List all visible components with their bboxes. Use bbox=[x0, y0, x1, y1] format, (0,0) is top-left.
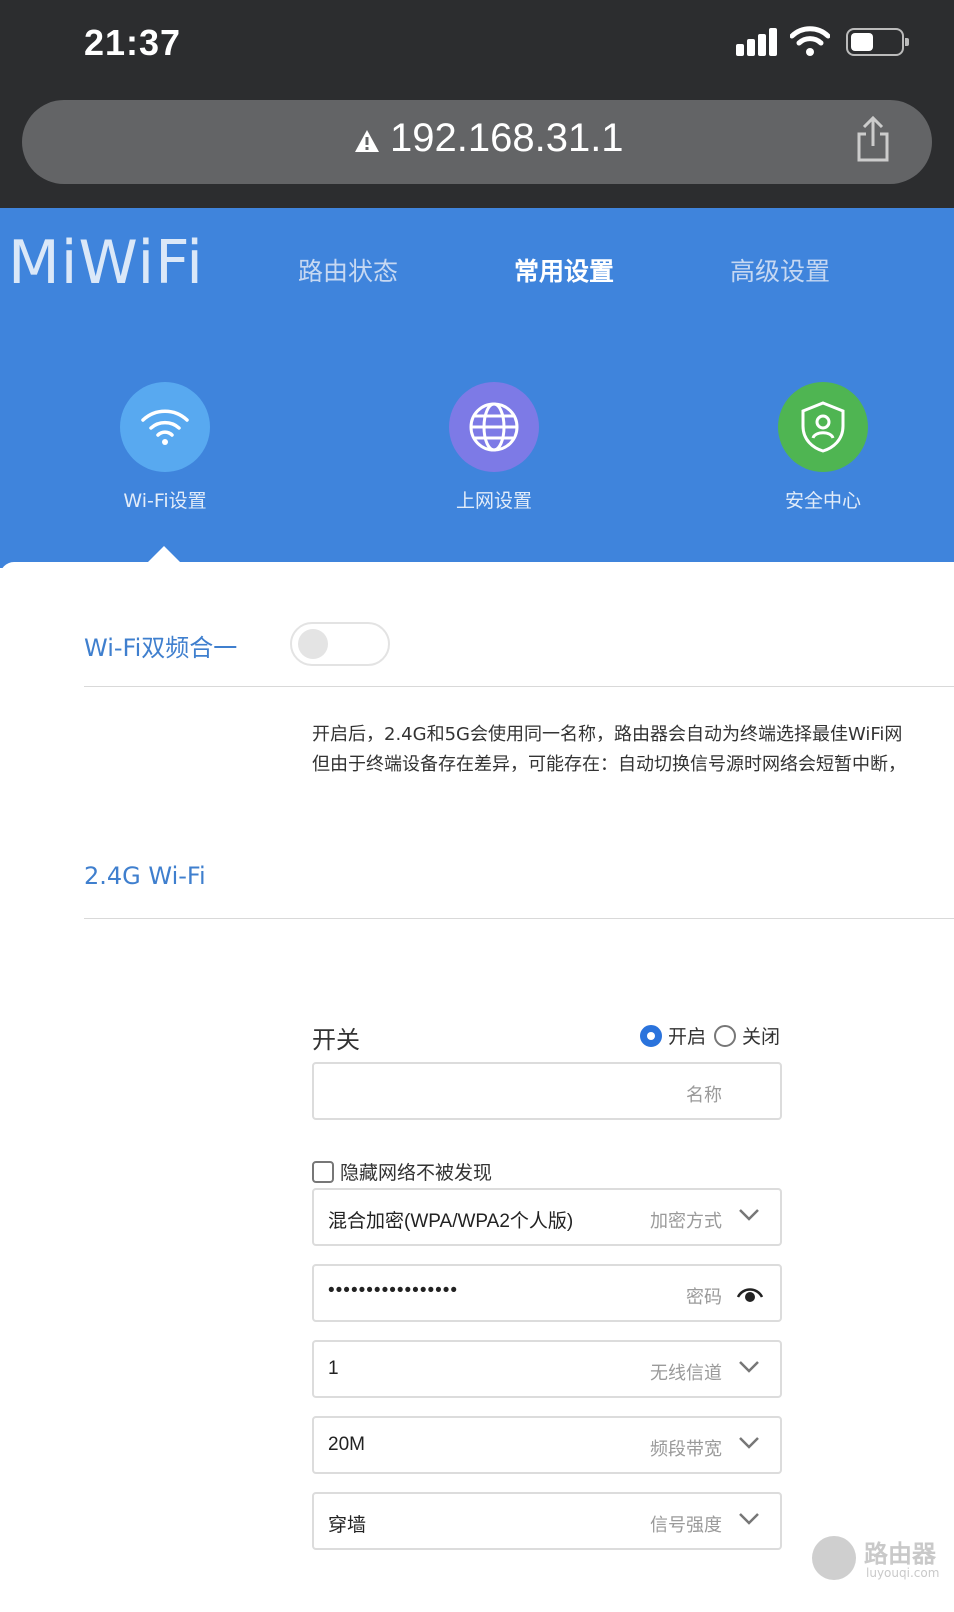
status-time: 21:37 bbox=[84, 22, 182, 63]
category-label: 上网设置 bbox=[455, 490, 532, 512]
category-wifi-settings[interactable]: Wi-Fi设置 bbox=[85, 382, 245, 513]
encryption-select[interactable]: 混合加密(WPA/WPA2个人版) 加密方式 bbox=[312, 1188, 782, 1246]
warning-icon bbox=[355, 130, 379, 152]
shield-icon bbox=[778, 382, 868, 472]
wifi-icon bbox=[120, 382, 210, 472]
nav-common-settings[interactable]: 常用设置 bbox=[514, 252, 614, 288]
chevron-down-icon bbox=[739, 1361, 759, 1373]
globe-icon bbox=[449, 382, 539, 472]
watermark-logo: 路由器 luyouqi.com bbox=[810, 1530, 950, 1590]
browser-chrome: 21:37 192.168.31.1 bbox=[0, 0, 954, 208]
divider bbox=[84, 686, 954, 687]
settings-panel: Wi-Fi双频合一 开启后，2.4G和5G会使用同一名称，路由器会自动为终端选择… bbox=[0, 562, 954, 1612]
chevron-down-icon bbox=[739, 1513, 759, 1525]
category-security-center[interactable]: 安全中心 bbox=[743, 382, 903, 513]
category-label: 安全中心 bbox=[784, 490, 861, 512]
chevron-down-icon bbox=[739, 1437, 759, 1449]
ssid-name-input[interactable]: 名称 bbox=[312, 1062, 782, 1120]
category-internet-settings[interactable]: 上网设置 bbox=[414, 382, 574, 513]
divider bbox=[84, 918, 954, 919]
nav-router-status[interactable]: 路由状态 bbox=[298, 252, 398, 288]
switch-label: 开关 bbox=[312, 1026, 360, 1054]
address-bar[interactable]: 192.168.31.1 bbox=[22, 100, 932, 184]
password-input[interactable]: ••••••••••••••••• 密码 bbox=[312, 1264, 782, 1322]
radio-on-indicator bbox=[640, 1024, 662, 1047]
eye-icon[interactable] bbox=[736, 1284, 764, 1306]
wifi-status-icon bbox=[790, 26, 830, 56]
router-icon bbox=[812, 1536, 856, 1580]
radio-off-indicator bbox=[714, 1024, 736, 1047]
url-text: 192.168.31.1 bbox=[390, 116, 624, 160]
dual-band-title: Wi-Fi双频合一 bbox=[84, 634, 238, 662]
bandwidth-select[interactable]: 20M 频段带宽 bbox=[312, 1416, 782, 1474]
cellular-signal-icon bbox=[736, 28, 780, 56]
nav-advanced-settings[interactable]: 高级设置 bbox=[730, 252, 830, 288]
wifi24-title: 2.4G Wi-Fi bbox=[84, 862, 206, 890]
channel-select[interactable]: 1 无线信道 bbox=[312, 1340, 782, 1398]
share-icon[interactable] bbox=[854, 116, 892, 164]
battery-icon bbox=[846, 28, 909, 56]
category-label: Wi-Fi设置 bbox=[123, 490, 207, 512]
checkbox-box bbox=[312, 1160, 334, 1183]
miwifi-logo: MiWiFi bbox=[8, 228, 204, 298]
dual-band-toggle[interactable] bbox=[290, 622, 390, 666]
radio-on[interactable]: 开启 bbox=[640, 1022, 706, 1049]
signal-strength-select[interactable]: 穿墙 信号强度 bbox=[312, 1492, 782, 1550]
miwifi-header: MiWiFi 路由状态 常用设置 高级设置 Wi-Fi设置 上网设置 安全中心 bbox=[0, 208, 954, 568]
name-label: 名称 bbox=[686, 1085, 722, 1106]
dual-band-description: 开启后，2.4G和5G会使用同一名称，路由器会自动为终端选择最佳WiFi网 但由… bbox=[312, 724, 906, 775]
chevron-down-icon bbox=[739, 1209, 759, 1221]
hide-network-checkbox[interactable]: 隐藏网络不被发现 bbox=[312, 1158, 492, 1185]
radio-off[interactable]: 关闭 bbox=[714, 1022, 780, 1049]
